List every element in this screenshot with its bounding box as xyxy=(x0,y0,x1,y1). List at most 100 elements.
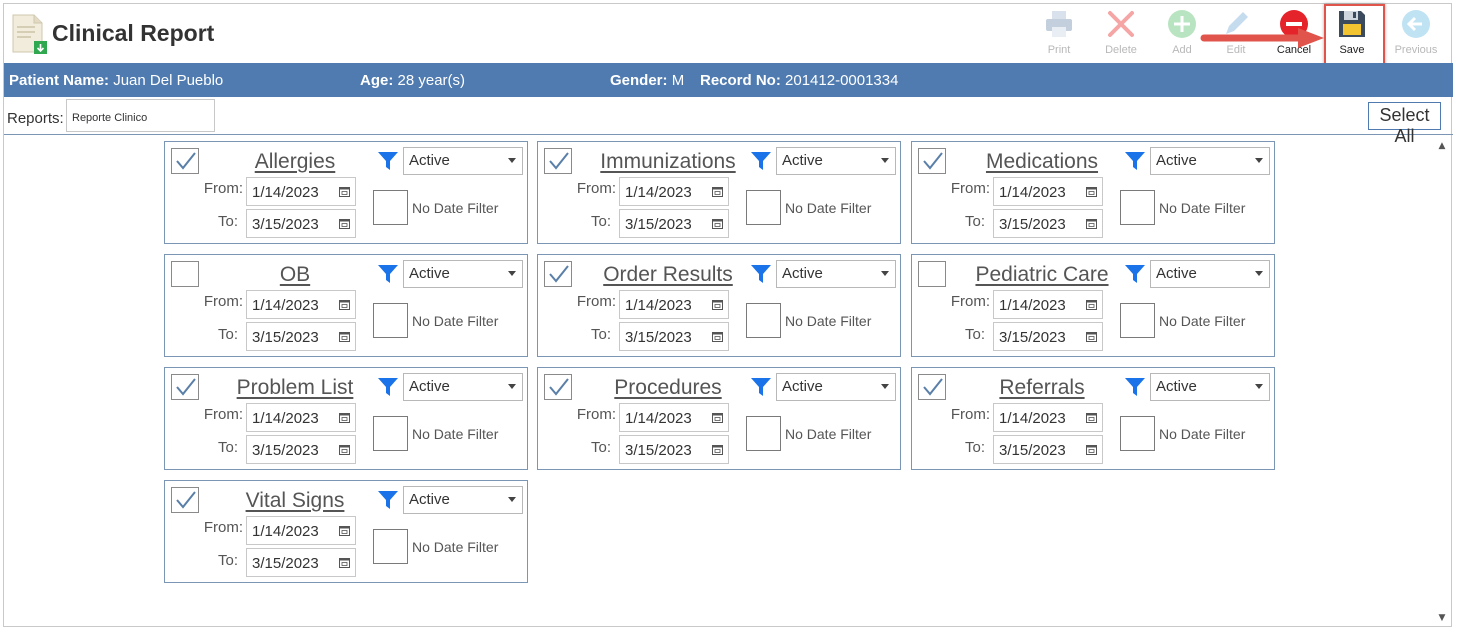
status-dropdown[interactable]: Active xyxy=(403,147,523,175)
section-title[interactable]: Medications xyxy=(952,150,1132,174)
scroll-up-button[interactable]: ▲ xyxy=(1436,140,1448,152)
section-checkbox[interactable] xyxy=(918,148,946,174)
no-date-filter-checkbox[interactable] xyxy=(373,190,408,225)
filter-icon[interactable] xyxy=(750,150,772,172)
calendar-icon[interactable] xyxy=(1086,186,1097,197)
to-date-field[interactable]: 3/15/2023 xyxy=(993,209,1103,238)
print-button[interactable]: Print xyxy=(1031,4,1087,64)
section-title[interactable]: Procedures xyxy=(578,376,758,400)
from-date-field[interactable]: 1/14/2023 xyxy=(246,177,356,206)
filter-icon[interactable] xyxy=(377,263,399,285)
to-date-field[interactable]: 3/15/2023 xyxy=(246,209,356,238)
calendar-icon[interactable] xyxy=(339,557,350,568)
from-date-field[interactable]: 1/14/2023 xyxy=(246,290,356,319)
section-title[interactable]: Pediatric Care xyxy=(952,263,1132,287)
section-checkbox[interactable] xyxy=(918,261,946,287)
calendar-icon[interactable] xyxy=(339,186,350,197)
section-title[interactable]: Order Results xyxy=(578,263,758,287)
section-checkbox[interactable] xyxy=(171,261,199,287)
no-date-filter-checkbox[interactable] xyxy=(746,303,781,338)
calendar-icon[interactable] xyxy=(1086,412,1097,423)
status-dropdown[interactable]: Active xyxy=(1150,373,1270,401)
section-title[interactable]: Problem List xyxy=(205,376,385,400)
section-title[interactable]: Referrals xyxy=(952,376,1132,400)
no-date-filter-checkbox[interactable] xyxy=(746,416,781,451)
no-date-filter-checkbox[interactable] xyxy=(373,529,408,564)
from-date-field[interactable]: 1/14/2023 xyxy=(619,403,729,432)
status-dropdown[interactable]: Active xyxy=(403,486,523,514)
calendar-icon[interactable] xyxy=(339,412,350,423)
no-date-filter-checkbox[interactable] xyxy=(746,190,781,225)
select-all-button[interactable]: Select All xyxy=(1368,102,1441,146)
to-label: To: xyxy=(964,439,985,456)
calendar-icon[interactable] xyxy=(712,444,723,455)
to-date-field[interactable]: 3/15/2023 xyxy=(993,322,1103,351)
no-date-filter-checkbox[interactable] xyxy=(1120,303,1155,338)
status-dropdown[interactable]: Active xyxy=(776,147,896,175)
section-checkbox[interactable] xyxy=(171,374,199,400)
no-date-filter-checkbox[interactable] xyxy=(1120,190,1155,225)
calendar-icon[interactable] xyxy=(712,412,723,423)
section-checkbox[interactable] xyxy=(544,261,572,287)
filter-icon[interactable] xyxy=(1124,263,1146,285)
to-date-field[interactable]: 3/15/2023 xyxy=(246,322,356,351)
calendar-icon[interactable] xyxy=(339,299,350,310)
no-date-filter-checkbox[interactable] xyxy=(1120,416,1155,451)
from-date-field[interactable]: 1/14/2023 xyxy=(246,403,356,432)
from-date-field[interactable]: 1/14/2023 xyxy=(993,290,1103,319)
status-dropdown[interactable]: Active xyxy=(1150,147,1270,175)
section-checkbox[interactable] xyxy=(918,374,946,400)
calendar-icon[interactable] xyxy=(1086,299,1097,310)
calendar-icon[interactable] xyxy=(712,331,723,342)
filter-icon[interactable] xyxy=(377,489,399,511)
calendar-icon[interactable] xyxy=(1086,218,1097,229)
section-title[interactable]: OB xyxy=(205,263,385,287)
calendar-icon[interactable] xyxy=(1086,331,1097,342)
reports-input[interactable]: Reporte Clinico xyxy=(66,99,215,132)
section-checkbox[interactable] xyxy=(544,374,572,400)
calendar-icon[interactable] xyxy=(339,218,350,229)
to-date-field[interactable]: 3/15/2023 xyxy=(619,435,729,464)
to-date-field[interactable]: 3/15/2023 xyxy=(246,435,356,464)
filter-icon[interactable] xyxy=(750,263,772,285)
from-date-field[interactable]: 1/14/2023 xyxy=(993,403,1103,432)
from-date-field[interactable]: 1/14/2023 xyxy=(246,516,356,545)
from-date-field[interactable]: 1/14/2023 xyxy=(619,290,729,319)
calendar-icon[interactable] xyxy=(712,299,723,310)
calendar-icon[interactable] xyxy=(712,186,723,197)
status-dropdown[interactable]: Active xyxy=(776,373,896,401)
calendar-icon[interactable] xyxy=(1086,444,1097,455)
filter-icon[interactable] xyxy=(750,376,772,398)
from-date-field[interactable]: 1/14/2023 xyxy=(619,177,729,206)
section-title[interactable]: Vital Signs xyxy=(205,489,385,513)
filter-icon[interactable] xyxy=(1124,376,1146,398)
calendar-icon[interactable] xyxy=(339,444,350,455)
section-title[interactable]: Allergies xyxy=(205,150,385,174)
to-date-field[interactable]: 3/15/2023 xyxy=(619,209,729,238)
filter-icon[interactable] xyxy=(1124,150,1146,172)
calendar-icon[interactable] xyxy=(339,525,350,536)
to-date-field[interactable]: 3/15/2023 xyxy=(619,322,729,351)
delete-button[interactable]: Delete xyxy=(1093,4,1149,64)
patient-name-value: Juan Del Pueblo xyxy=(113,72,224,89)
calendar-icon[interactable] xyxy=(712,218,723,229)
filter-icon[interactable] xyxy=(377,376,399,398)
status-dropdown[interactable]: Active xyxy=(776,260,896,288)
from-date-field[interactable]: 1/14/2023 xyxy=(993,177,1103,206)
status-dropdown[interactable]: Active xyxy=(1150,260,1270,288)
previous-button[interactable]: Previous xyxy=(1388,4,1444,64)
section-checkbox[interactable] xyxy=(171,148,199,174)
section-checkbox[interactable] xyxy=(544,148,572,174)
status-dropdown[interactable]: Active xyxy=(403,260,523,288)
status-dropdown[interactable]: Active xyxy=(403,373,523,401)
from-label: From: xyxy=(203,406,243,423)
no-date-filter-checkbox[interactable] xyxy=(373,416,408,451)
calendar-icon[interactable] xyxy=(339,331,350,342)
section-title[interactable]: Immunizations xyxy=(578,150,758,174)
no-date-filter-checkbox[interactable] xyxy=(373,303,408,338)
section-checkbox[interactable] xyxy=(171,487,199,513)
scroll-down-button[interactable]: ▼ xyxy=(1436,612,1448,624)
to-date-field[interactable]: 3/15/2023 xyxy=(246,548,356,577)
filter-icon[interactable] xyxy=(377,150,399,172)
to-date-field[interactable]: 3/15/2023 xyxy=(993,435,1103,464)
